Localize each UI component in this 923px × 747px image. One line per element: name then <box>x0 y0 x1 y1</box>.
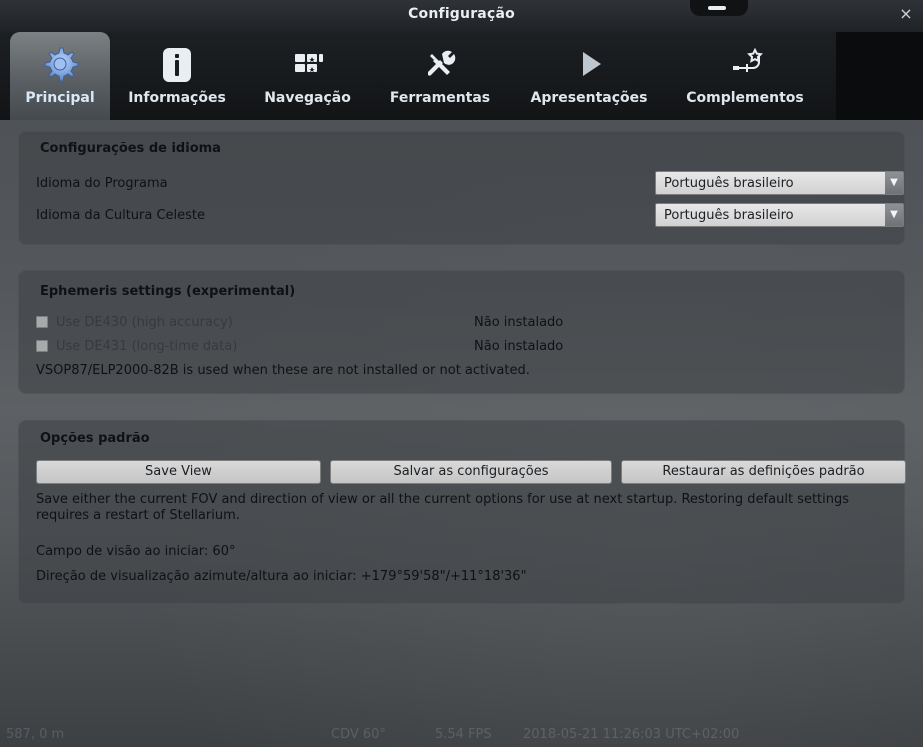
title-bar: Configuração × <box>0 0 923 32</box>
panel-title: Ephemeris settings (experimental) <box>40 284 296 299</box>
window-title: Configuração <box>408 6 515 22</box>
gear-icon <box>38 42 82 86</box>
ephemeris-settings-panel: Ephemeris settings (experimental) Use DE… <box>18 270 905 394</box>
default-buttons-row: Save View Salvar as configurações Restau… <box>36 460 906 484</box>
tab-navegacao[interactable]: Navegação <box>245 32 370 120</box>
de430-status: Não instalado <box>474 315 564 330</box>
tab-label: Complementos <box>686 90 804 106</box>
tab-apresentacoes[interactable]: Apresentações <box>515 32 663 120</box>
select-value: Português brasileiro <box>664 208 794 223</box>
notch <box>690 0 748 16</box>
chevron-down-icon: ▼ <box>885 204 903 226</box>
ephemeris-note: VSOP87/ELP2000-82B is used when these ar… <box>36 363 530 378</box>
tools-icon <box>418 42 462 86</box>
save-settings-button[interactable]: Salvar as configurações <box>330 460 612 484</box>
altitude-readout: 587, 0 m <box>6 727 65 742</box>
chevron-down-icon: ▼ <box>885 172 903 194</box>
de430-checkbox[interactable] <box>36 316 48 328</box>
sky-culture-language-label: Idioma da Cultura Celeste <box>36 208 206 223</box>
toolbar-dark-area <box>836 32 923 120</box>
tab-label: Apresentações <box>530 90 648 106</box>
tab-principal[interactable]: Principal <box>10 32 110 120</box>
restore-defaults-button[interactable]: Restaurar as definições padrão <box>621 460 906 484</box>
gear-icon-svg <box>44 47 79 82</box>
de431-checkbox[interactable] <box>36 340 48 352</box>
save-view-button[interactable]: Save View <box>36 460 321 484</box>
default-options-panel: Opções padrão Save View Salvar as config… <box>18 420 906 604</box>
de431-row: Use DE431 (long-time data) <box>36 337 237 355</box>
language-settings-panel: Configurações de idioma Idioma do Progra… <box>18 131 905 245</box>
sky-culture-language-select[interactable]: Português brasileiro ▼ <box>655 203 904 227</box>
datetime-readout: 2018-05-21 11:26:03 UTC+02:00 <box>523 727 740 742</box>
tab-label: Principal <box>25 90 95 106</box>
program-language-label: Idioma do Programa <box>36 176 168 191</box>
tab-ferramentas[interactable]: Ferramentas <box>375 32 505 120</box>
background-statusbar: 587, 0 m CDV 60° 5.54 FPS 2018-05-21 11:… <box>0 723 923 747</box>
tab-complementos[interactable]: Complementos <box>670 32 820 120</box>
play-icon <box>567 42 611 86</box>
tools-icon-svg <box>428 50 456 76</box>
tab-informacoes[interactable]: Informações <box>112 32 242 120</box>
plugin-icon-svg <box>733 47 763 72</box>
tab-label: Ferramentas <box>389 90 491 106</box>
defaults-description: Save either the current FOV and directio… <box>36 492 850 523</box>
panel-title: Configurações de idioma <box>40 141 221 156</box>
tab-label: Navegação <box>264 90 351 106</box>
de430-row: Use DE430 (high accuracy) <box>36 313 233 331</box>
fov-at-startup: Campo de visão ao iniciar: 60° <box>36 544 236 559</box>
fps-readout: 5.54 FPS <box>435 727 492 742</box>
de430-label: Use DE430 (high accuracy) <box>56 314 233 330</box>
panel-title: Opções padrão <box>40 431 150 446</box>
de431-status: Não instalado <box>474 339 564 354</box>
tab-label: Informações <box>128 90 226 106</box>
notch-dots <box>708 6 726 10</box>
configuration-window: Configuração × Principal Informações Nav… <box>0 0 923 747</box>
info-icon-svg <box>163 48 191 82</box>
program-language-select[interactable]: Português brasileiro ▼ <box>655 171 904 195</box>
info-icon <box>155 42 199 86</box>
fov-readout: CDV 60° <box>331 727 386 742</box>
grid-icon-svg <box>294 54 323 72</box>
de431-label: Use DE431 (long-time data) <box>56 338 238 354</box>
close-icon[interactable]: × <box>897 5 915 23</box>
play-icon-svg <box>583 52 601 76</box>
grid-icon <box>286 42 330 86</box>
plugin-icon <box>723 42 767 86</box>
direction-at-startup: Direção de visualização azimute/altura a… <box>36 569 527 584</box>
select-value: Português brasileiro <box>664 176 794 191</box>
